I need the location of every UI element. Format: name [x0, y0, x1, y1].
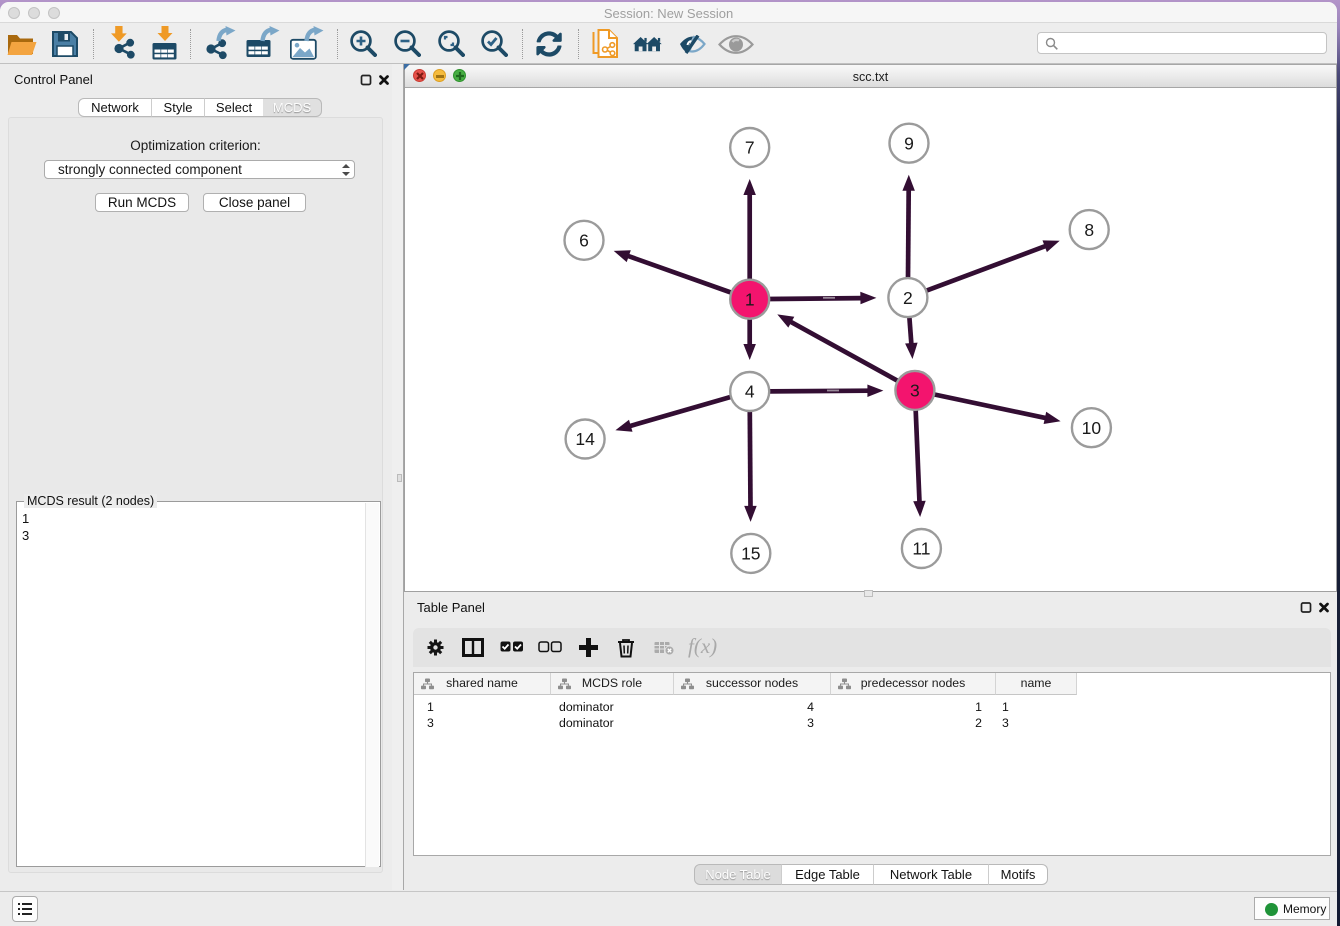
svg-text:14: 14 [575, 429, 595, 449]
svg-text:7: 7 [745, 138, 755, 158]
svg-text:11: 11 [912, 539, 930, 559]
svg-text:8: 8 [1084, 220, 1094, 240]
svg-text:10: 10 [1082, 418, 1102, 438]
svg-text:1: 1 [745, 289, 755, 309]
svg-text:2: 2 [903, 288, 913, 308]
svg-text:4: 4 [745, 382, 755, 402]
svg-text:6: 6 [579, 231, 589, 251]
svg-text:3: 3 [910, 381, 920, 401]
svg-text:9: 9 [904, 133, 914, 153]
svg-text:15: 15 [741, 544, 760, 564]
